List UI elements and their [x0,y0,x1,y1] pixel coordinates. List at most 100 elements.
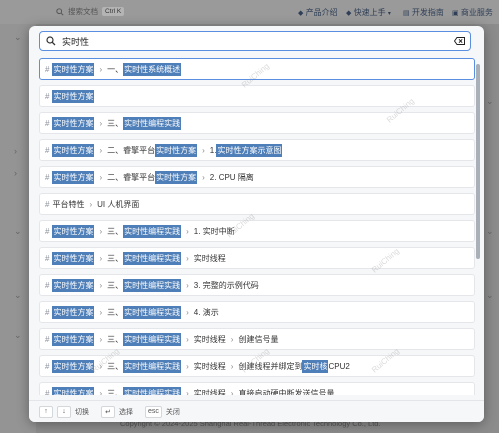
match-highlight: 实时核 [302,359,329,373]
breadcrumb-text: 实时线程 [193,253,226,263]
chevron-right-icon: › [186,226,189,236]
breadcrumb-text: 创建线程并绑定到 [238,361,303,371]
hash-icon: # [45,334,50,344]
chevron-right-icon: › [99,145,103,155]
close-label: 关闭 [165,408,180,416]
nav-business[interactable]: ▣ 商业服务 [452,7,493,18]
chevron-right-icon: › [99,226,103,236]
match-highlight: 实时性方案示意图 [216,143,283,157]
hash-icon: # [45,361,50,371]
chevron-right-icon: › [99,334,103,344]
chevron-right-icon: › [186,307,189,317]
chevron-down-icon: ⌄ [486,290,494,300]
chevron-down-icon: ⌄ [486,226,494,236]
hash-icon: # [45,388,50,396]
match-highlight: 实时性方案 [52,251,95,265]
chevron-right-icon: › [99,280,103,290]
enter-key: ↵ [101,405,115,418]
match-highlight: 实时性方案 [52,305,95,319]
chevron-right-icon: › [99,307,103,317]
breadcrumb-text: 2. CPU 隔离 [209,172,254,182]
results-scrollbar[interactable] [476,64,480,259]
nav-quick-start[interactable]: ◆ 快速上手 ▾ [346,7,391,18]
breadcrumb-text: 三、 [107,334,124,344]
search-result-item[interactable]: # 平台特性 › UI 人机界面 [39,193,475,215]
chevron-right-icon: › [99,388,103,396]
match-highlight: 实时性方案 [52,359,95,373]
quick-start-icon: ◆ [346,10,352,17]
breadcrumb-text: 直接启动硬中断发送信号量 [238,388,335,396]
match-highlight: 实时性编程实践 [123,116,182,130]
breadcrumb-text: 三、 [107,253,124,263]
search-result-item[interactable]: # 实时性方案 › 三、 实时性编程实践 › 4. 演示 [39,301,475,323]
match-highlight: 实时性编程实践 [123,251,182,265]
business-icon: ▣ [452,10,459,17]
dev-guide-icon: ▤ [403,10,410,17]
match-highlight: 实时性编程实践 [123,386,182,395]
breadcrumb-text: 3. 完整的示例代码 [193,280,259,290]
chevron-down-icon: ⌄ [14,32,22,42]
search-result-item[interactable]: # 实时性方案 [39,85,475,107]
nav-product-intro[interactable]: ◆ 产品介绍 [298,7,338,18]
search-result-item[interactable]: # 实时性方案 › 三、 实时性编程实践 › 实时线程 [39,247,475,269]
match-highlight: 实时性编程实践 [123,332,182,346]
breadcrumb-text: 实时线程 [193,388,226,396]
breadcrumb-text: 二、睿擎平台 [107,172,156,182]
breadcrumb-text: 三、 [107,361,124,371]
chevron-right-icon: › [186,253,189,263]
chevron-right-icon: › [186,280,189,290]
chevron-right-icon: › [14,168,17,178]
hash-icon: # [45,172,50,182]
nav-quick-start-label: 快速上手 [353,8,386,17]
hash-icon: # [45,226,50,236]
chevron-right-icon: › [186,334,189,344]
search-footer: ↑ ↓ 切换 ↵ 选择 esc 关闭 [29,400,484,422]
hash-icon: # [45,118,50,128]
search-input[interactable] [62,32,448,50]
search-bar [39,31,471,51]
arrow-up-key: ↑ [39,405,53,418]
search-result-item[interactable]: # 实时性方案 › 三、 实时性编程实践 › 1. 实时中断 [39,220,475,242]
nav-dev-guide[interactable]: ▤ 开发指南 [403,7,444,18]
chevron-right-icon: › [99,361,103,371]
breadcrumb-text: 4. 演示 [193,307,219,317]
search-result-item[interactable]: # 实时性方案 › 三、 实时性编程实践 › 3. 完整的示例代码 [39,274,475,296]
hash-icon: # [45,253,50,263]
chevron-right-icon: › [99,118,103,128]
search-result-item[interactable]: # 实时性方案 › 三、 实时性编程实践 › 实时线程 › 创建信号量 [39,328,475,350]
search-result-item[interactable]: # 实时性方案 › 三、 实时性编程实践 [39,112,475,134]
search-result-item[interactable]: # 实时性方案 › 二、睿擎平台 实时性方案 › 1. 实时性方案示意图 [39,139,475,161]
background-search-button[interactable]: 搜索文档 Ctrl K [56,4,136,19]
search-result-item[interactable]: # 实时性方案 › 三、 实时性编程实践 › 实时线程 › 创建线程并绑定到 实时核 CPU2 [39,355,475,377]
search-result-item[interactable]: # 实时性方案 › 一、 实时性系统概述 [39,58,475,80]
match-highlight: 实时性方案 [52,170,95,184]
breadcrumb-text: CPU2 [328,361,350,371]
nav-product-intro-label: 产品介绍 [305,8,338,17]
chevron-right-icon: › [89,199,93,209]
search-results-list: # 实时性方案 › 一、 实时性系统概述 # 实时性方案 # 实时性方案 › 三、 实时性编程实践 # 实… [39,58,475,395]
esc-key: esc [145,405,162,418]
breadcrumb-text: 三、 [107,388,124,396]
match-highlight: 实时性方案 [52,116,95,130]
nav-business-label: 商业服务 [460,8,493,17]
match-highlight: 实时性方案 [155,170,198,184]
hash-icon: # [45,64,50,74]
clear-search-button[interactable] [448,37,470,45]
chevron-right-icon: › [99,253,103,263]
chevron-right-icon: › [202,145,205,155]
chevron-down-icon: ⌄ [486,96,494,106]
match-highlight: 实时性编程实践 [123,305,182,319]
product-icon: ◆ [298,10,304,17]
breadcrumb-text: 1. [209,145,217,155]
chevron-right-icon: › [99,172,103,182]
hash-icon: # [45,145,50,155]
nav-dev-guide-label: 开发指南 [411,8,444,17]
breadcrumb-text: 平台特性 [52,199,85,209]
breadcrumb-text: 创建信号量 [238,334,279,344]
breadcrumb-text: 1. 实时中断 [193,226,235,236]
search-result-item[interactable]: # 实时性方案 › 二、睿擎平台 实时性方案 › 2. CPU 隔离 [39,166,475,188]
breadcrumb-text: 一、 [107,64,124,74]
breadcrumb-text: 实时线程 [193,361,226,371]
match-highlight: 实时性方案 [52,143,95,157]
search-result-item[interactable]: # 实时性方案 › 三、 实时性编程实践 › 实时线程 › 直接启动硬中断发送信号量 [39,382,475,395]
